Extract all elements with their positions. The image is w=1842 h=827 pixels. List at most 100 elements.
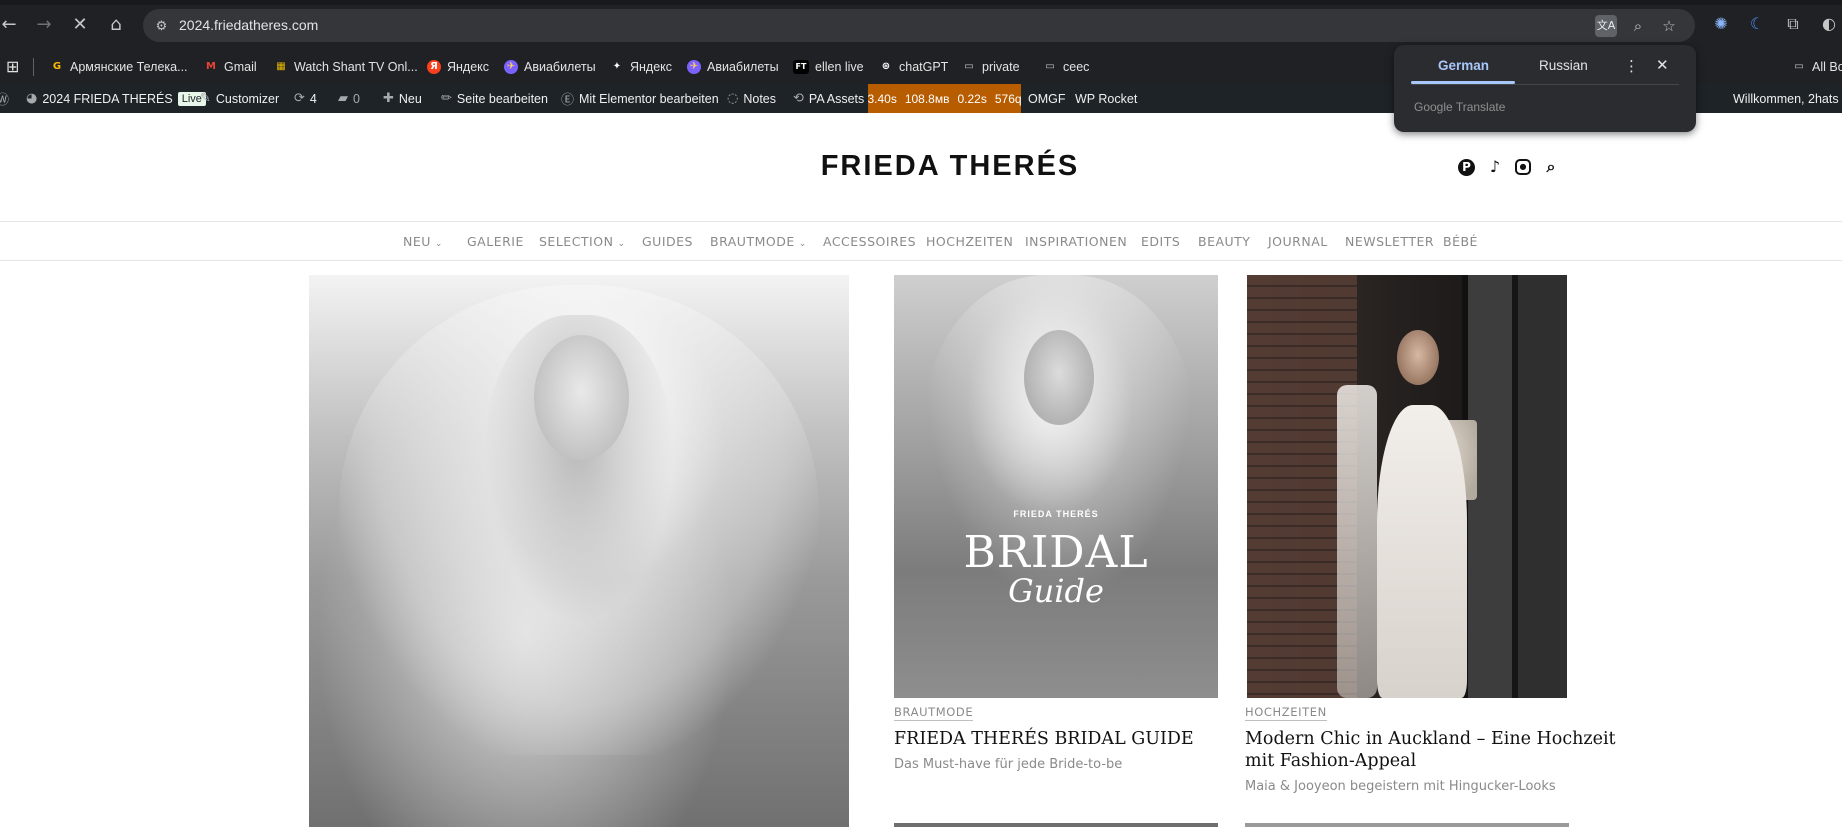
translate-tab-russian[interactable]: Russian [1539, 58, 1588, 73]
profile-icon[interactable]: ◐ [1818, 13, 1840, 35]
more-options-icon[interactable]: ⋮ [1624, 57, 1639, 75]
bookmark-label: Gmail [224, 60, 257, 74]
nav-item-edits[interactable]: EDITS [1141, 234, 1180, 249]
wp-site-label: 2024 FRIEDA THERÉS [42, 91, 173, 106]
wp-updates[interactable]: ⟳ 4 [294, 84, 317, 113]
wp-elementor[interactable]: Ⓔ Mit Elementor bearbeiten [561, 84, 719, 113]
dark-mode-extension-icon[interactable]: ☾ [1746, 13, 1768, 35]
nav-label: BÉBÉ [1443, 234, 1478, 249]
hero-post-image[interactable] [309, 275, 849, 827]
wp-new[interactable]: ✚ Neu [383, 84, 422, 113]
wp-omgf[interactable]: OMGF [1028, 84, 1066, 113]
nav-item-hochzeiten[interactable]: HOCHZEITEN [926, 234, 1013, 249]
nav-label: SELECTION [539, 234, 614, 249]
sparkle-icon: ✦ [612, 61, 622, 72]
nav-item-journal[interactable]: JOURNAL [1268, 234, 1328, 249]
chevron-down-icon: ⌄ [434, 239, 443, 249]
nav-item-galerie[interactable]: GALERIE [467, 234, 524, 249]
auckland-wedding-image[interactable] [1247, 275, 1567, 698]
query-monitor[interactable]: 3.40s 108.8мв 0.22s 576q [867, 84, 1022, 113]
bridal-guide-image[interactable]: FRIEDA THERÉS BRIDAL Guide [894, 275, 1218, 698]
bookmark-folder[interactable]: ▭ private [962, 50, 1019, 84]
wp-site-name[interactable]: ◕ 2024 FRIEDA THERÉS Live [26, 84, 206, 113]
bookmark-item[interactable]: G Армянские Телека... [50, 50, 188, 84]
all-bookmarks-label: All Bo [1812, 60, 1842, 74]
bookmark-item[interactable]: ⊛ chatGPT [879, 50, 949, 84]
bookmark-item[interactable]: ✦ Яндекс [610, 50, 672, 84]
post-title-link[interactable]: Modern Chic in Auckland – Eine Hochzeit … [1245, 728, 1616, 772]
wp-pa-assets-label: PA Assets [808, 91, 865, 106]
zoom-icon[interactable]: ⌕ [1627, 15, 1649, 37]
pinterest-icon[interactable]: P [1458, 159, 1475, 176]
wp-welcome[interactable]: Willkommen, 2hats [1733, 84, 1839, 113]
wp-logo[interactable]: Ⓦ [0, 84, 9, 113]
guide-headline-text: BRIDAL [963, 527, 1149, 578]
tiktok-icon[interactable]: ♪ [1485, 157, 1505, 177]
next-post-thumbnail[interactable] [894, 823, 1218, 827]
bookmark-label: Яндекс [447, 60, 490, 74]
forward-button[interactable]: → [31, 12, 57, 38]
nav-label: NEWSLETTER [1345, 234, 1435, 249]
speech-bubble-icon: ◌ [727, 91, 739, 106]
bookmark-item[interactable]: ✈ Авиабилеты [504, 50, 596, 84]
site-logo[interactable]: FRIEDA THERÉS [700, 150, 1200, 183]
next-post-thumbnail[interactable] [1245, 823, 1569, 827]
post-category-link[interactable]: BRAUTMODE [894, 705, 974, 721]
wp-new-label: Neu [398, 91, 422, 106]
wordpress-icon: Ⓦ [0, 93, 10, 108]
instagram-icon[interactable]: ● [1515, 159, 1531, 175]
post-title-line: Modern Chic in Auckland – Eine Hochzeit [1245, 729, 1616, 749]
close-icon[interactable]: ✕ [1656, 56, 1669, 74]
extension-gear-icon[interactable]: ✺ [1710, 13, 1732, 35]
stop-loading-button[interactable]: ✕ [67, 12, 93, 38]
qm-queries: 576q [994, 91, 1022, 106]
bookmark-label: Авиабилеты [707, 60, 779, 74]
nav-item-selection[interactable]: SELECTION ⌄ [539, 234, 625, 249]
bookmark-item[interactable]: ▦ Watch Shant TV Onl... [274, 50, 417, 84]
bookmark-star-icon[interactable]: ☆ [1658, 15, 1680, 37]
search-icon[interactable]: ⌕ [1541, 157, 1561, 177]
wp-edit-page[interactable]: ✏ Seite bearbeiten [441, 84, 548, 113]
nav-item-bebe[interactable]: BÉBÉ [1443, 234, 1478, 249]
chevron-down-icon: ⌄ [798, 239, 807, 249]
back-button[interactable]: ← [0, 12, 22, 38]
nav-item-guides[interactable]: GUIDES [642, 234, 693, 249]
bookmarks-separator [33, 58, 34, 76]
folder-icon: ▭ [1794, 61, 1804, 72]
nav-item-newsletter[interactable]: NEWSLETTER [1345, 234, 1434, 249]
nav-label: BRAUTMODE [710, 234, 795, 249]
nav-item-inspirationen[interactable]: INSPIRATIONEN [1025, 234, 1127, 249]
nav-item-accessoires[interactable]: ACCESSOIRES [823, 234, 916, 249]
apps-grid-icon[interactable]: ⊞ [6, 50, 19, 84]
bookmark-item[interactable]: ✈ Авиабилеты [687, 50, 779, 84]
bookmark-item[interactable]: M Gmail [204, 50, 257, 84]
all-bookmarks[interactable]: ▭ All Bo [1792, 50, 1842, 84]
site-info-icon[interactable]: ⚙ [153, 17, 170, 34]
wp-rocket[interactable]: WP Rocket [1075, 84, 1137, 113]
bookmark-folder[interactable]: ▭ ceec [1043, 50, 1089, 84]
post-title-link[interactable]: FRIEDA THERÉS BRIDAL GUIDE [894, 728, 1194, 750]
extensions-puzzle-icon[interactable]: ⧉ [1782, 13, 1804, 35]
wp-notes[interactable]: ◌ Notes [727, 84, 776, 113]
head-shape [1397, 330, 1439, 385]
translate-tab-german[interactable]: German [1438, 58, 1489, 73]
tab-divider [1411, 84, 1679, 85]
nav-item-brautmode[interactable]: BRAUTMODE ⌄ [710, 234, 807, 249]
translate-icon[interactable]: 文A [1595, 15, 1617, 37]
nav-item-beauty[interactable]: BEAUTY [1198, 234, 1250, 249]
url-text[interactable]: 2024.friedatheres.com [179, 17, 318, 33]
translate-brand: Google Translate [1414, 100, 1506, 114]
elementor-icon: Ⓔ [561, 93, 575, 108]
wp-welcome-label: Willkommen, 2hats [1733, 91, 1839, 106]
nav-label: GALERIE [467, 234, 524, 249]
bookmark-item[interactable]: FT ellen live [793, 50, 864, 84]
wp-customizer[interactable]: ✎ Customizer [200, 84, 279, 113]
address-bar[interactable]: ⚙ 2024.friedatheres.com 文A ⌕ ☆ [143, 9, 1695, 42]
wp-comments[interactable]: ▰ 0 [338, 84, 360, 113]
wp-pa-assets[interactable]: ⟲ PA Assets [793, 84, 864, 113]
nav-item-neu[interactable]: NEU ⌄ [403, 234, 443, 249]
home-button[interactable]: ⌂ [103, 12, 129, 38]
post-category-link[interactable]: HOCHZEITEN [1245, 705, 1327, 721]
comment-icon: ▰ [338, 91, 348, 106]
bookmark-item[interactable]: Я Яндекс [427, 50, 489, 84]
